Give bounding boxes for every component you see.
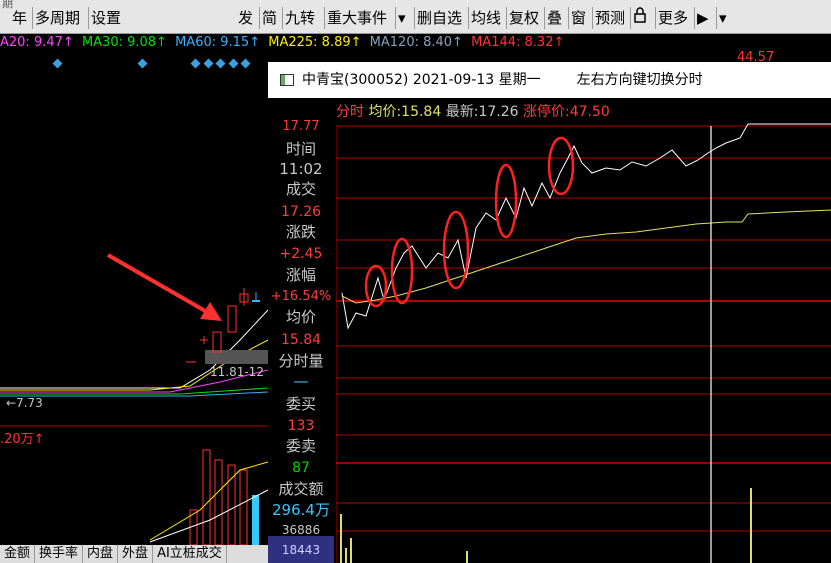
chart-grid xyxy=(336,125,831,563)
toolbar-year-button[interactable]: 年 xyxy=(10,7,29,29)
marker-diamond-icon xyxy=(137,58,148,69)
price-line xyxy=(341,123,831,330)
deal-value: 17.26 xyxy=(280,204,322,220)
vol-value: — xyxy=(293,372,309,390)
popup-hint: 左右方向键切换分时 xyxy=(576,72,703,88)
buy-label: 委买 xyxy=(285,395,316,413)
kline-chart xyxy=(0,253,268,545)
toolbar-overlay-button[interactable]: 叠 xyxy=(544,7,564,29)
toolbar-ma-button[interactable]: 均线 xyxy=(468,7,503,29)
play-icon[interactable]: ▶ xyxy=(694,7,711,29)
volume-label: .20万↑ xyxy=(0,432,45,447)
toolbar-send-button[interactable]: 发 xyxy=(236,7,255,29)
popup-title-bar[interactable]: 中青宝(300052) 2021-09-13 星期一 左右方向键切换分时 xyxy=(268,62,831,98)
change-label: 涨跌 xyxy=(285,223,316,241)
toolbar-window-button[interactable]: 窗 xyxy=(568,7,588,29)
volume-bars xyxy=(340,488,752,563)
marker-diamond-icon xyxy=(240,58,251,69)
tab-amount[interactable]: 金额 xyxy=(0,545,36,563)
highlight-ring xyxy=(547,136,575,196)
marker-diamond-icon xyxy=(215,58,226,69)
vol-label: 分时量 xyxy=(278,352,324,370)
toolbar-nine-turn-button[interactable]: 九转 xyxy=(282,7,317,29)
highlight-ring xyxy=(442,210,470,290)
amount-label: 成交额 xyxy=(278,480,324,498)
kchart-range-label: 11.81-12 xyxy=(210,365,264,379)
side-info-panel: 17.77 时间 11:02 成交 17.26 涨跌 +2.45 涨幅 +16.… xyxy=(268,118,334,563)
change-value: +2.45 xyxy=(279,246,323,262)
avgp-label: 均价 xyxy=(285,308,316,326)
volume-bar xyxy=(340,514,342,563)
window-icon xyxy=(280,74,294,86)
volume-axis-2: 18443 xyxy=(281,543,321,557)
tab-outer[interactable]: 外盘 xyxy=(118,545,154,563)
highlight-ring xyxy=(494,163,518,239)
chevron-down-icon[interactable]: ▾ xyxy=(395,7,408,29)
marker-diamond-icon xyxy=(190,58,201,69)
ma-legend: A20: 9.47↑ MA30: 9.08↑ MA60: 9.15↑ MA225… xyxy=(0,35,568,55)
marker-diamond-icon xyxy=(52,58,63,69)
sell-label: 委卖 xyxy=(285,437,316,455)
pct-label: 涨幅 xyxy=(285,266,316,284)
marker-diamond-icon xyxy=(203,58,214,69)
ma20-label: A20: 9.47↑ xyxy=(0,35,74,50)
toolbar-predict-button[interactable]: 预测 xyxy=(592,7,627,29)
deal-label: 成交 xyxy=(285,180,316,198)
avg-price-line xyxy=(341,209,831,304)
time-value: 11:02 xyxy=(279,160,323,178)
tab-inner[interactable]: 内盘 xyxy=(83,545,119,563)
chevron-down-icon[interactable]: ▾ xyxy=(716,7,729,29)
buy-value: 133 xyxy=(287,418,315,434)
avgp-value: 15.84 xyxy=(280,332,322,348)
sell-value: 87 xyxy=(292,460,310,476)
toolbar-more-button[interactable]: 更多 xyxy=(655,7,690,29)
ma144-label: MA144: 8.32↑ xyxy=(471,35,565,50)
ma60-label: MA60: 9.15↑ xyxy=(175,35,261,50)
volume-bar xyxy=(350,538,352,563)
toolbar-adjust-button[interactable]: 复权 xyxy=(506,7,541,29)
volume-bar xyxy=(345,548,347,563)
volume-bar xyxy=(750,488,752,563)
ma30-label: MA30: 9.08↑ xyxy=(81,35,167,50)
tab-ai-deal[interactable]: AI立桩成交 xyxy=(153,545,227,563)
ma225-label: MA225: 8.89↑ xyxy=(268,35,362,50)
pct-value: +16.54% xyxy=(270,289,332,304)
toolbar-settings-button[interactable]: 设置 xyxy=(88,7,123,29)
toolbar-remove-watchlist-button[interactable]: 删自选 xyxy=(414,7,464,29)
top-toolbar: 期 年 多周期 设置 发 简 九转 重大事件 ▾ 删自选 均线 复权 叠 窗 预… xyxy=(0,0,831,34)
intraday-chart[interactable] xyxy=(336,118,831,563)
toolbar-major-events-button[interactable]: 重大事件 xyxy=(324,7,389,29)
lock-icon[interactable] xyxy=(630,7,649,29)
tab-turnover[interactable]: 换手率 xyxy=(35,545,84,563)
highlight-rings xyxy=(364,136,575,308)
time-label: 时间 xyxy=(285,140,316,158)
marker-diamond-icon xyxy=(228,58,239,69)
ma120-label: MA120: 8.40↑ xyxy=(369,35,463,50)
volume-bar xyxy=(466,551,468,563)
popup-title: 中青宝(300052) 2021-09-13 星期一 xyxy=(302,72,541,88)
bottom-tab-bar: 金额 换手率 内盘 外盘 AI立桩成交 xyxy=(0,545,268,563)
top-price-axis: 17.77 xyxy=(282,119,320,134)
amount-value: 296.4万 xyxy=(272,501,330,519)
toolbar-multi-period-button[interactable]: 多周期 xyxy=(32,7,82,29)
kchart-low-price: ←7.73 xyxy=(6,396,43,410)
toolbar-simplified-button[interactable]: 简 xyxy=(259,7,279,29)
